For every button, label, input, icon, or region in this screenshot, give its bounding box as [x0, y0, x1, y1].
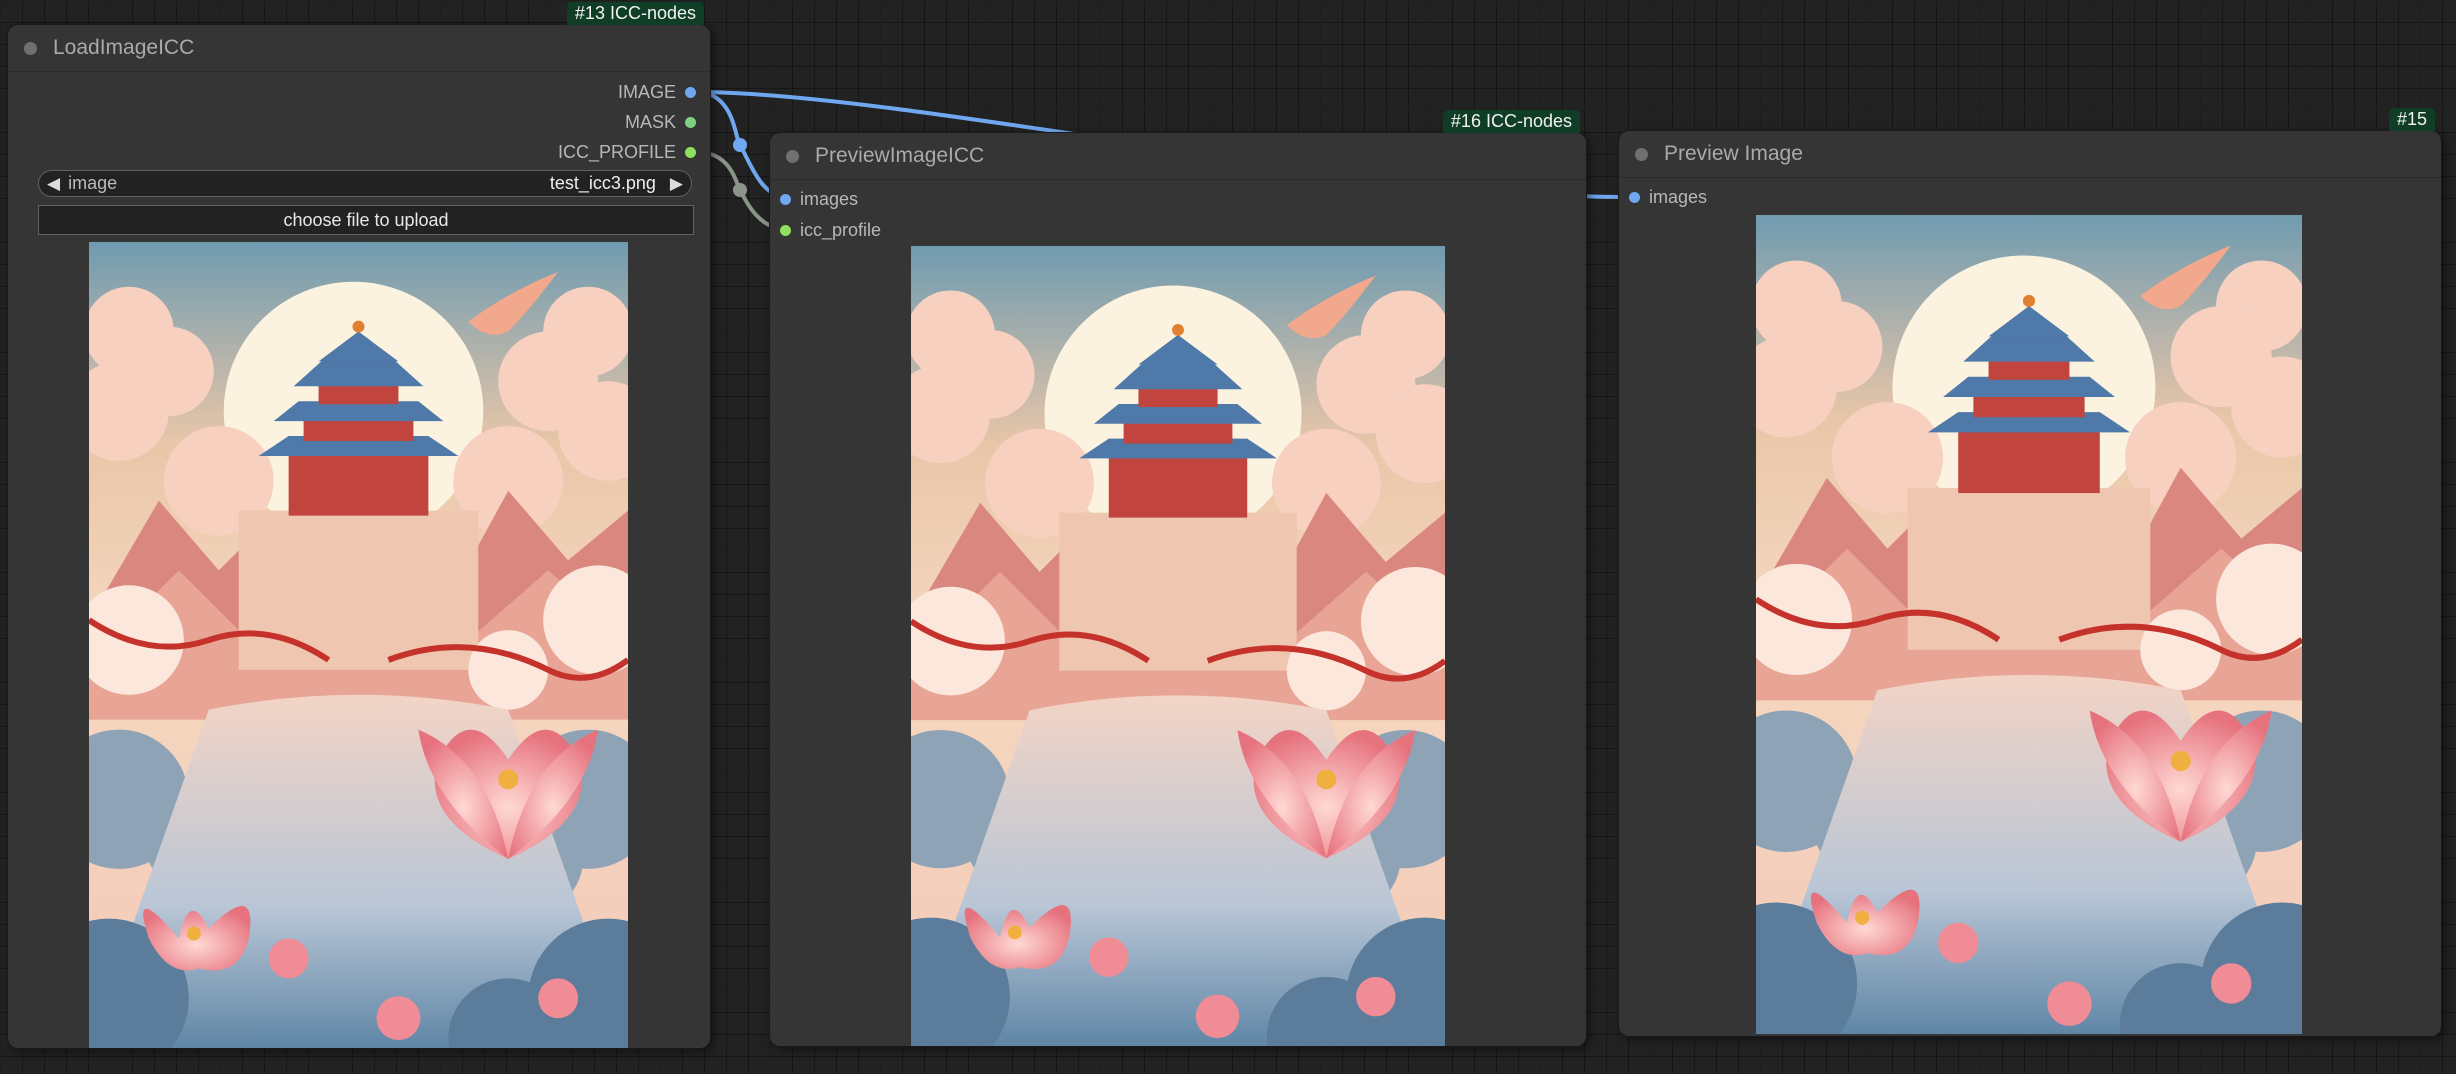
output-icc-profile-slot[interactable]: ICC_PROFILE [558, 142, 696, 163]
output-mask-slot[interactable]: MASK [625, 112, 696, 133]
input-label: images [800, 189, 859, 209]
images-slot-dot[interactable] [780, 194, 791, 205]
mask-slot-dot[interactable] [685, 117, 696, 128]
image-preview [1756, 215, 2302, 1034]
node-header[interactable]: Preview Image [1619, 131, 2441, 178]
output-label: IMAGE [617, 82, 676, 102]
node-title: PreviewImageICC [815, 144, 985, 167]
output-label: ICC_PROFILE [557, 142, 676, 162]
output-image-slot[interactable]: IMAGE [618, 82, 696, 103]
collapse-dot[interactable] [24, 41, 37, 55]
preview-image-icc-node[interactable]: #16 ICC-nodes PreviewImageICC images icc… [770, 110, 1586, 1046]
input-icc-profile-slot[interactable]: icc_profile [780, 220, 881, 241]
combo-value: test_icc3.png [549, 173, 656, 193]
input-images-slot[interactable]: images [780, 189, 858, 210]
collapse-dot[interactable] [786, 149, 799, 163]
image-combo-widget[interactable]: ◀ image test_icc3.png ▶ [38, 170, 692, 197]
input-label: images [1649, 187, 1708, 207]
node-title: Preview Image [1664, 142, 1803, 165]
combo-label: image [68, 173, 118, 193]
input-images-slot[interactable]: images [1629, 187, 1707, 208]
node-badge: #15 [2388, 108, 2435, 131]
node-header[interactable]: PreviewImageICC [770, 133, 1586, 180]
preview-image-node[interactable]: #15 Preview Image images [1619, 108, 2441, 1036]
image-preview [89, 242, 628, 1048]
node-badge: #16 ICC-nodes [1442, 110, 1580, 133]
node-badge: #13 ICC-nodes [566, 2, 704, 25]
node-header[interactable]: LoadImageICC [8, 25, 710, 72]
link-center-image [733, 138, 747, 152]
image-preview [911, 246, 1445, 1046]
combo-next-arrow-icon[interactable]: ▶ [662, 174, 691, 194]
input-label: icc_profile [800, 220, 882, 240]
upload-button[interactable]: choose file to upload [38, 205, 694, 235]
link-center-icc [733, 183, 747, 197]
combo-prev-arrow-icon[interactable]: ◀ [39, 174, 68, 194]
icc-slot-dot[interactable] [685, 147, 696, 158]
node-title: LoadImageICC [53, 36, 195, 59]
load-image-icc-node[interactable]: #13 ICC-nodes LoadImageICC IMAGE MASK IC… [8, 2, 710, 1048]
icc-slot-dot[interactable] [780, 225, 791, 236]
image-slot-dot[interactable] [685, 87, 696, 98]
output-label: MASK [624, 112, 676, 132]
images-slot-dot[interactable] [1629, 192, 1640, 203]
collapse-dot[interactable] [1635, 147, 1648, 161]
